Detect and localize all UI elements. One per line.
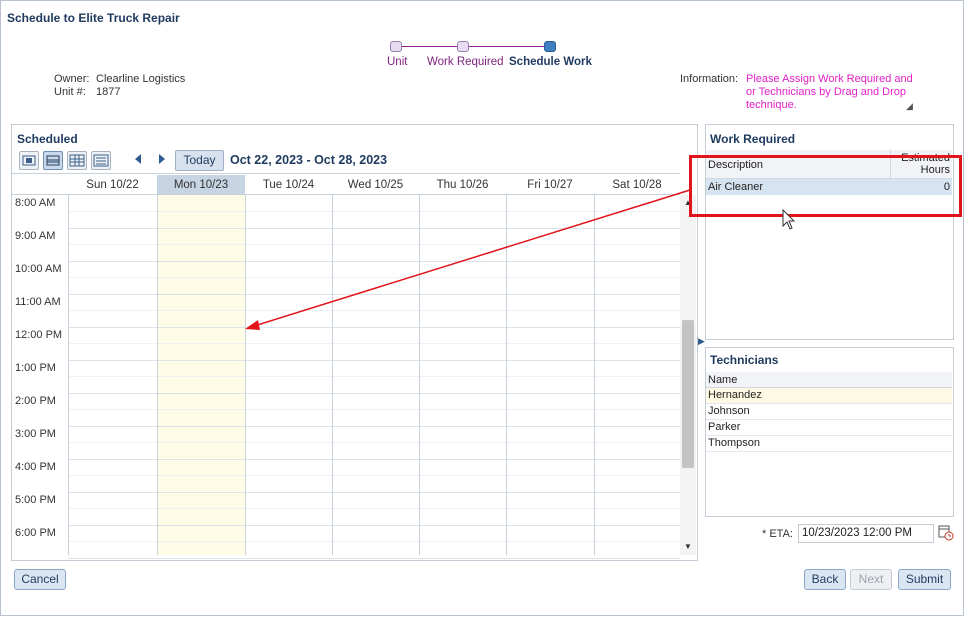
annotation-arrow [245,189,796,330]
mouse-cursor-icon [782,208,796,230]
